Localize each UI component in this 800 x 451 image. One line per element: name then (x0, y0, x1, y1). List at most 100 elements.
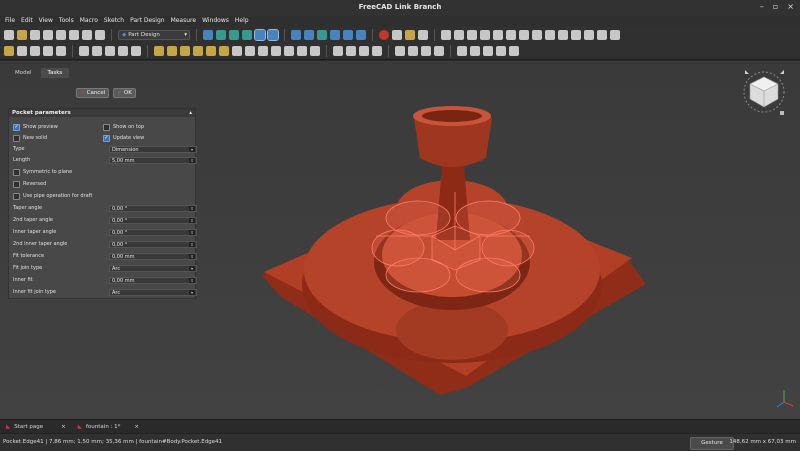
view-front-icon[interactable] (467, 29, 477, 40)
record-macro-icon[interactable] (379, 29, 389, 40)
view-right-icon[interactable] (493, 29, 503, 40)
measure-icon[interactable] (95, 29, 105, 40)
update-view-row[interactable]: ✓ Update view (103, 134, 144, 142)
reversed-checkbox[interactable] (13, 180, 20, 188)
restore-icon[interactable]: ▫ (773, 2, 778, 11)
pipe-row[interactable]: Use pipe operation for draft (13, 192, 92, 200)
cancel-button[interactable]: ✕ Cancel (76, 88, 110, 98)
close-icon[interactable]: × (787, 2, 794, 11)
navigation-style-button[interactable]: Gesture (690, 437, 734, 450)
taper2-input[interactable]: 0,00 ° ⇕ (109, 217, 197, 224)
spinner-icon[interactable]: ⇕ (189, 278, 195, 283)
linear-pattern-icon[interactable] (346, 46, 356, 56)
involute-gear-icon[interactable] (509, 46, 519, 56)
pipe-checkbox[interactable] (13, 192, 20, 200)
minimize-icon[interactable]: – (760, 2, 764, 11)
ok-button[interactable]: ✓ OK (113, 88, 136, 98)
fit-tolerance-input[interactable]: 0,00 mm ⇕ (109, 253, 197, 260)
shape-binder-icon[interactable] (43, 46, 53, 56)
edit-macro-icon[interactable] (405, 29, 415, 40)
loft-icon[interactable] (180, 46, 190, 56)
spinner-icon[interactable]: ⇕ (189, 206, 195, 211)
update-view-checkbox[interactable]: ✓ (103, 134, 110, 142)
new-solid-row[interactable]: New solid (13, 134, 47, 142)
additive-primitive-icon[interactable] (219, 46, 229, 56)
length-input[interactable]: 5,00 mm ⇕ (109, 157, 197, 164)
menu-sketch[interactable]: Sketch (104, 16, 124, 26)
workbench-selector[interactable]: ◆ Part Design ▾ (118, 29, 190, 40)
link-icon[interactable] (343, 29, 353, 40)
taper-input[interactable]: 0,00 ° ⇕ (109, 205, 197, 212)
forward-arrow-icon[interactable] (304, 29, 314, 40)
symmetric-checkbox[interactable] (13, 168, 20, 176)
symmetric-row[interactable]: Symmetric to plane (13, 168, 72, 176)
subtractive-helix-icon[interactable] (297, 46, 307, 56)
std-view-icon[interactable] (597, 29, 607, 40)
fillet-icon[interactable] (395, 46, 405, 56)
type-select[interactable]: Dimension ▾ (109, 146, 197, 153)
tab-fountain[interactable]: ◣ fountain : 1* × (73, 420, 144, 434)
spinner-icon[interactable]: ⇕ (189, 254, 195, 259)
subtractive-primitive-icon[interactable] (310, 46, 320, 56)
chevron-down-icon[interactable]: ▾ (189, 266, 195, 271)
refresh-icon[interactable] (330, 29, 340, 40)
paste-icon[interactable] (82, 29, 92, 40)
menu-file[interactable]: File (5, 16, 15, 26)
local-cs-icon[interactable] (118, 46, 128, 56)
subtractive-pipe-icon[interactable] (284, 46, 294, 56)
datum-plane-icon[interactable] (105, 46, 115, 56)
view-fit-icon[interactable] (441, 29, 451, 40)
menu-tools[interactable]: Tools (59, 16, 74, 26)
split-icon[interactable] (470, 46, 480, 56)
spinner-icon[interactable]: ⇕ (189, 158, 195, 163)
tab-tasks[interactable]: Tasks (40, 68, 70, 78)
draw-style-icon[interactable] (242, 29, 252, 40)
measure-distance-icon[interactable] (545, 29, 555, 40)
view-rear-icon[interactable] (506, 29, 516, 40)
spinner-icon[interactable]: ⇕ (189, 230, 195, 235)
close-icon[interactable]: × (61, 420, 66, 434)
show-preview-row[interactable]: ✓ Show preview (13, 123, 58, 131)
subtractive-loft-icon[interactable] (271, 46, 281, 56)
view-left-icon[interactable] (532, 29, 542, 40)
std-view-icon[interactable] (610, 29, 620, 40)
measure-angle-icon[interactable] (558, 29, 568, 40)
tab-start-page[interactable]: ◣ Start page × (2, 420, 70, 434)
inner-fit-join-select[interactable]: Arc ▾ (109, 289, 197, 296)
menu-edit[interactable]: Edit (21, 16, 33, 26)
close-icon[interactable]: × (134, 420, 139, 434)
chevron-down-icon[interactable]: ▾ (189, 147, 195, 152)
pocket-icon[interactable] (232, 46, 242, 56)
polar-pattern-icon[interactable] (359, 46, 369, 56)
show-on-top-row[interactable]: Show on top (103, 123, 144, 131)
fit-selection-icon[interactable] (229, 29, 239, 40)
back-arrow-icon[interactable] (291, 29, 301, 40)
pencil-icon[interactable] (356, 29, 366, 40)
show-preview-checkbox[interactable]: ✓ (13, 123, 20, 131)
fit-join-select[interactable]: Arc ▾ (109, 265, 197, 272)
menu-measure[interactable]: Measure (171, 16, 197, 26)
multi-transform-icon[interactable] (372, 46, 382, 56)
inner-fit-input[interactable]: 0,00 mm ⇕ (109, 277, 197, 284)
spinner-icon[interactable]: ⇕ (189, 218, 195, 223)
collapse-icon[interactable]: ▴ (189, 109, 192, 117)
view-iso-icon[interactable] (454, 29, 464, 40)
inner-taper-input[interactable]: 0,00 ° ⇕ (109, 229, 197, 236)
measure-clear-icon[interactable] (571, 29, 581, 40)
cut-icon[interactable] (56, 29, 66, 40)
new-solid-checkbox[interactable] (13, 134, 20, 142)
tab-model[interactable]: Model (8, 68, 39, 78)
create-sketch-icon[interactable] (17, 46, 27, 56)
spinner-icon[interactable]: ⇕ (189, 242, 195, 247)
groove-icon[interactable] (258, 46, 268, 56)
chamfer-icon[interactable] (408, 46, 418, 56)
hole-icon[interactable] (245, 46, 255, 56)
reversed-row[interactable]: Reversed (13, 180, 46, 188)
validate-sketch-icon[interactable] (30, 46, 40, 56)
show-on-top-checkbox[interactable] (103, 123, 110, 131)
helix-icon[interactable] (206, 46, 216, 56)
wrap-icon[interactable] (483, 46, 493, 56)
save-as-icon[interactable] (43, 29, 53, 40)
perspective-icon[interactable] (267, 28, 279, 41)
copy-icon[interactable] (69, 29, 79, 40)
